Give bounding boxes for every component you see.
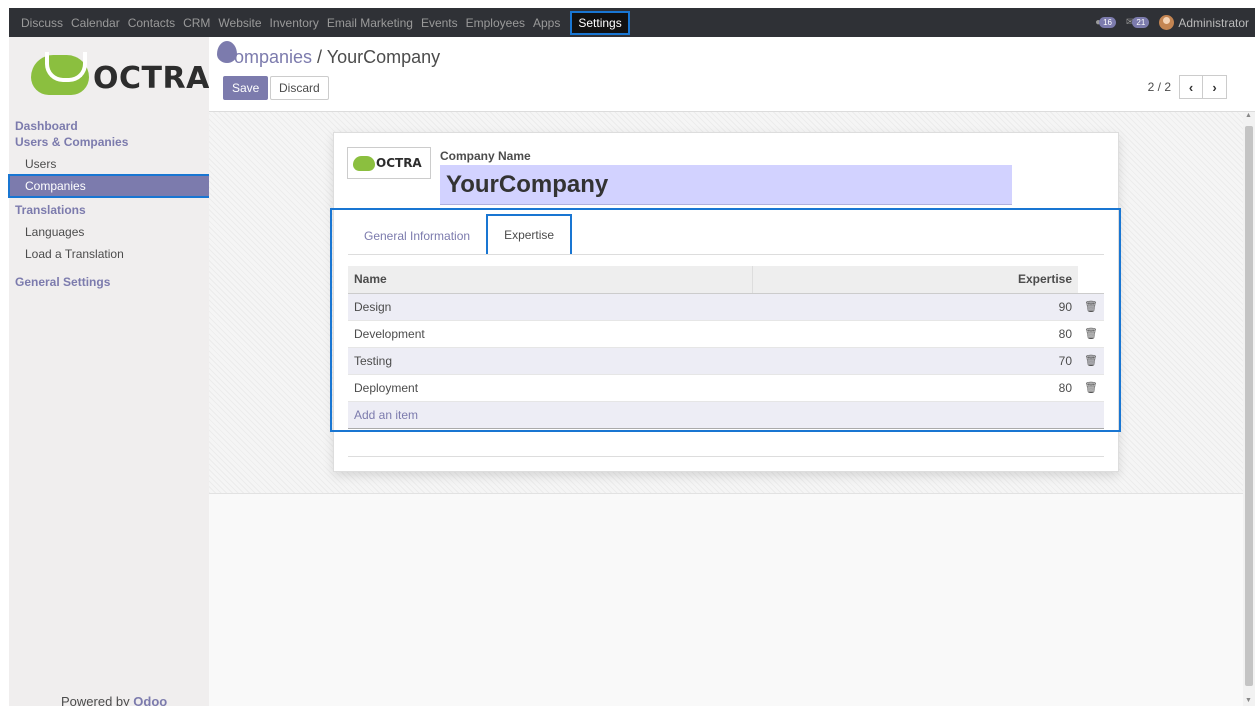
chevron-right-icon: › <box>1212 79 1217 95</box>
menu-apps[interactable]: Apps <box>533 16 560 30</box>
scrollbar[interactable]: ▲ ▼ <box>1243 112 1255 706</box>
sidebar-item-load-translation[interactable]: Load a Translation <box>15 243 209 265</box>
trash-icon[interactable]: 🗑 <box>1078 347 1104 375</box>
add-item-link[interactable]: Add an item <box>348 401 1104 429</box>
powered-by-prefix: Powered by <box>61 694 130 706</box>
tab-expertise[interactable]: Expertise <box>486 214 573 254</box>
column-header-name[interactable]: Name <box>348 266 753 294</box>
notebook-tabs: General Information Expertise <box>348 214 1104 255</box>
form-sheet: OCTRA Company Name YourCompany General I… <box>330 132 1121 472</box>
control-panel: ompanies / YourCompany Save Discard 2 / … <box>209 37 1255 112</box>
tab-general-information[interactable]: General Information <box>348 218 486 254</box>
logo-helmet-icon <box>31 52 89 95</box>
sidebar-item-companies[interactable]: Companies <box>8 174 215 198</box>
trash-icon[interactable]: 🗑 <box>1078 320 1104 348</box>
menu-events[interactable]: Events <box>421 16 458 30</box>
cell-name[interactable]: Testing <box>348 347 753 375</box>
breadcrumb-current: YourCompany <box>326 47 441 67</box>
sidebar-heading-users-companies[interactable]: Users & Companies <box>15 135 209 149</box>
cell-name[interactable]: Development <box>348 320 753 348</box>
messages-count-badge: 21 <box>1132 17 1150 28</box>
systray: ● 16 ✉ 21 Administrator <box>1095 8 1255 37</box>
company-logo-field[interactable]: OCTRA <box>347 147 431 179</box>
company-name-label: Company Name <box>440 149 531 163</box>
logo-text: OCTRA <box>376 156 422 170</box>
menu-employees[interactable]: Employees <box>466 16 525 30</box>
sidebar: OCTRA Dashboard Users & Companies Users … <box>8 37 215 706</box>
breadcrumb: ompanies / YourCompany <box>224 47 440 68</box>
divider <box>348 456 1104 457</box>
sidebar-heading-dashboard[interactable]: Dashboard <box>15 119 209 133</box>
cell-expertise[interactable]: 90 <box>752 293 1079 321</box>
messages-indicator[interactable]: ✉ 21 <box>1126 17 1150 28</box>
breadcrumb-separator: / <box>312 47 327 67</box>
breadcrumb-companies-link[interactable]: ompanies <box>234 47 312 67</box>
save-button[interactable]: Save <box>223 76 269 100</box>
sidebar-heading-general-settings[interactable]: General Settings <box>15 275 209 289</box>
cell-name[interactable]: Deployment <box>348 374 753 402</box>
menu-settings[interactable]: Settings <box>570 10 630 35</box>
menu-email-marketing[interactable]: Email Marketing <box>327 16 413 30</box>
scrollbar-thumb[interactable] <box>1245 126 1253 686</box>
pager-buttons: ‹ › <box>1179 75 1227 99</box>
user-menu[interactable]: Administrator <box>1159 15 1249 30</box>
form-view: OCTRA Company Name YourCompany General I… <box>209 112 1243 706</box>
cell-name[interactable]: Design <box>348 293 753 321</box>
column-header-expertise[interactable]: Expertise <box>752 266 1079 294</box>
cell-expertise[interactable]: 70 <box>752 347 1079 375</box>
logo-text: OCTRA <box>93 61 210 96</box>
powered-by: Powered by Odoo <box>61 694 167 706</box>
trash-icon[interactable]: 🗑 <box>1078 374 1104 402</box>
table-row[interactable]: Testing 70 🗑 <box>348 347 1104 375</box>
pager-next-button[interactable]: › <box>1203 75 1227 99</box>
sidebar-menu: Dashboard Users & Companies Users Compan… <box>8 119 215 289</box>
avatar <box>1159 15 1175 30</box>
table-row[interactable]: Deployment 80 🗑 <box>348 374 1104 402</box>
trash-icon[interactable]: 🗑 <box>1078 293 1104 321</box>
menu-calendar[interactable]: Calendar <box>71 16 120 30</box>
top-navbar: Discuss Calendar Contacts CRM Website In… <box>9 8 1255 37</box>
pager-value[interactable]: 2 / 2 <box>1148 80 1171 94</box>
sidebar-heading-translations[interactable]: Translations <box>15 203 209 217</box>
add-item-row: Add an item <box>348 401 1104 429</box>
app-menu: Discuss Calendar Contacts CRM Website In… <box>9 8 638 37</box>
expertise-table: Name Expertise Design 90 🗑 Development 8… <box>348 266 1104 429</box>
menu-inventory[interactable]: Inventory <box>270 16 319 30</box>
cell-expertise[interactable]: 80 <box>752 320 1079 348</box>
pager-previous-button[interactable]: ‹ <box>1179 75 1203 99</box>
table-row[interactable]: Development 80 🗑 <box>348 320 1104 348</box>
menu-website[interactable]: Website <box>218 16 261 30</box>
activity-count-badge: 16 <box>1099 17 1117 28</box>
scroll-up-icon[interactable]: ▲ <box>1245 112 1252 119</box>
company-logo: OCTRA <box>31 51 209 103</box>
menu-discuss[interactable]: Discuss <box>21 16 63 30</box>
user-name: Administrator <box>1178 15 1249 30</box>
table-row[interactable]: Design 90 🗑 <box>348 293 1104 321</box>
table-header-row: Name Expertise <box>348 266 1104 294</box>
column-header-actions <box>1078 266 1104 294</box>
sidebar-item-languages[interactable]: Languages <box>15 221 209 243</box>
activity-indicator[interactable]: ● 16 <box>1095 17 1117 28</box>
company-name-field[interactable]: YourCompany <box>440 165 1012 205</box>
scroll-down-icon[interactable]: ▼ <box>1245 697 1252 704</box>
discard-button[interactable]: Discard <box>270 76 329 100</box>
cell-expertise[interactable]: 80 <box>752 374 1079 402</box>
menu-crm[interactable]: CRM <box>183 16 210 30</box>
sidebar-item-users[interactable]: Users <box>15 153 209 175</box>
powered-by-odoo-link[interactable]: Odoo <box>133 694 167 706</box>
chevron-left-icon: ‹ <box>1188 79 1194 95</box>
logo-helmet-icon <box>353 156 375 171</box>
pager: 2 / 2 ‹ › <box>1148 75 1227 99</box>
menu-contacts[interactable]: Contacts <box>128 16 175 30</box>
